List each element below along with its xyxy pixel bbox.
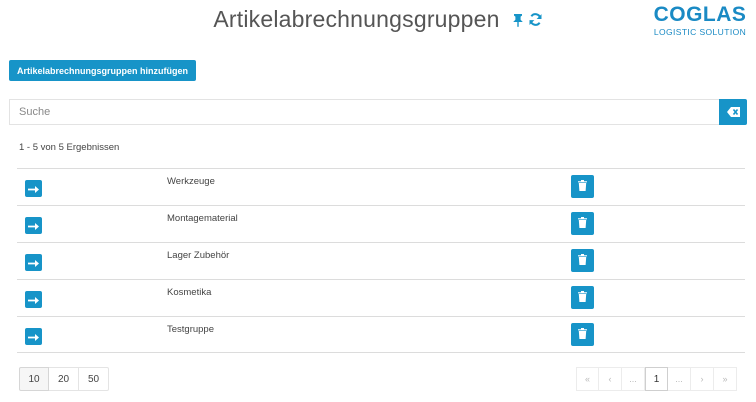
clear-search-button[interactable] <box>719 99 747 125</box>
trash-icon <box>578 216 587 231</box>
trash-icon <box>578 179 587 194</box>
logo-text: COGLAS <box>653 3 747 26</box>
page-size-50[interactable]: 50 <box>79 367 109 391</box>
prev-page-button[interactable]: ‹ <box>599 367 622 391</box>
pin-icon[interactable] <box>512 13 524 27</box>
row-name: Lager Zubehör <box>167 250 230 261</box>
page-size-selector: 10 20 50 <box>19 367 109 391</box>
delete-button[interactable] <box>571 286 594 309</box>
list-item: Testgruppe <box>17 316 745 353</box>
ellipsis-before: ... <box>622 367 645 391</box>
trash-icon <box>578 327 587 342</box>
page-title: Artikelabrechnungsgruppen <box>213 6 500 32</box>
open-button[interactable] <box>25 217 42 234</box>
logo-subtitle: LOGISTIC SOLUTION <box>653 27 747 37</box>
page-size-20[interactable]: 20 <box>49 367 79 391</box>
trash-icon <box>578 253 587 268</box>
next-page-button[interactable]: › <box>691 367 714 391</box>
delete-button[interactable] <box>571 175 594 198</box>
ellipsis-after: ... <box>668 367 691 391</box>
open-button[interactable] <box>25 328 42 345</box>
list-item: Montagematerial <box>17 205 745 242</box>
row-name: Kosmetika <box>167 287 212 298</box>
group-list: Werkzeuge Montagematerial Lager Zubehör <box>17 168 745 353</box>
eraser-icon <box>726 105 740 120</box>
add-group-button[interactable]: Artikelabrechnungsgruppen hinzufügen <box>9 60 197 81</box>
list-item: Lager Zubehör <box>17 242 745 279</box>
result-summary: 1 - 5 von 5 Ergebnissen <box>19 142 120 153</box>
arrow-right-icon <box>28 292 39 307</box>
open-button[interactable] <box>25 254 42 271</box>
row-name: Testgruppe <box>167 324 215 335</box>
arrow-right-icon <box>28 218 39 233</box>
trash-icon <box>578 290 587 305</box>
arrow-right-icon <box>28 181 39 196</box>
list-item: Werkzeuge <box>17 168 745 205</box>
open-button[interactable] <box>25 291 42 308</box>
open-button[interactable] <box>25 180 42 197</box>
first-page-button[interactable]: « <box>576 367 599 391</box>
row-name: Werkzeuge <box>167 176 215 187</box>
page-size-10[interactable]: 10 <box>19 367 49 391</box>
page-header: Artikelabrechnungsgruppen <box>0 6 756 33</box>
pagination: « ‹ ... 1 ... › » <box>576 367 737 391</box>
current-page-button[interactable]: 1 <box>645 367 668 391</box>
arrow-right-icon <box>28 255 39 270</box>
list-item: Kosmetika <box>17 279 745 316</box>
last-page-button[interactable]: » <box>714 367 737 391</box>
row-name: Montagematerial <box>167 213 238 224</box>
refresh-icon[interactable] <box>528 12 543 27</box>
delete-button[interactable] <box>571 323 594 346</box>
delete-button[interactable] <box>571 249 594 272</box>
company-logo: COGLAS LOGISTIC SOLUTION <box>652 3 748 38</box>
search-input[interactable] <box>9 99 719 125</box>
delete-button[interactable] <box>571 212 594 235</box>
arrow-right-icon <box>28 329 39 344</box>
